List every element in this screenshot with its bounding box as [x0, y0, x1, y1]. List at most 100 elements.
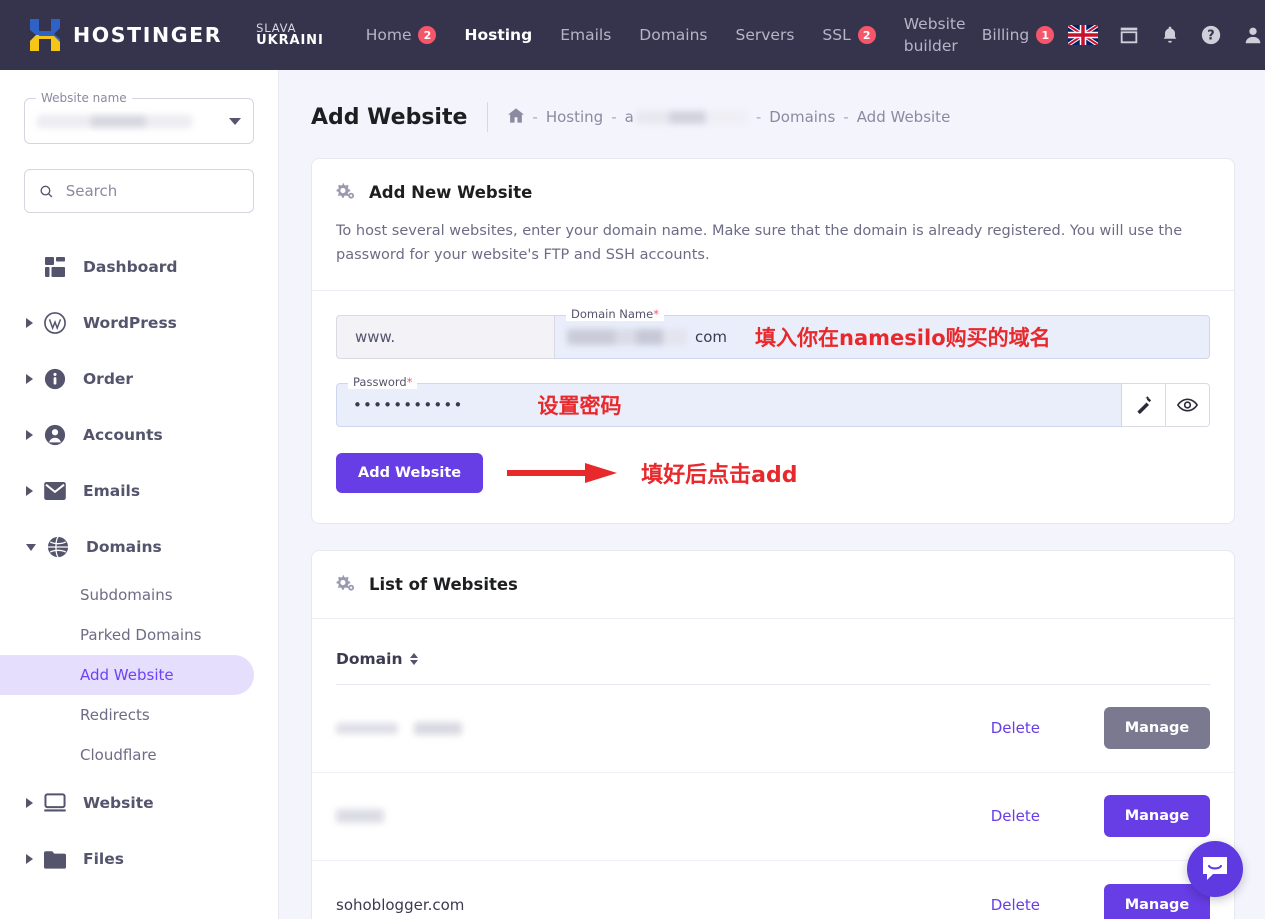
sidebar-subitem-cloudflare[interactable]: Cloudflare: [0, 735, 254, 775]
sidebar-item-accounts[interactable]: Accounts: [0, 407, 278, 463]
breadcrumb-item-domain[interactable]: a: [625, 108, 748, 126]
sidebar-item-files[interactable]: Files: [0, 831, 278, 887]
website-name-select[interactable]: Website name: [24, 91, 254, 144]
nav-item-domains[interactable]: Domains: [625, 26, 721, 44]
nav-label-domains: Domains: [639, 26, 708, 44]
table-row: sohoblogger.com Delete Manage: [312, 861, 1234, 919]
folder-icon: [43, 847, 67, 871]
password-label-text: Password: [353, 374, 407, 389]
chevron-down-icon[interactable]: [229, 118, 241, 125]
search-input[interactable]: [65, 182, 239, 200]
breadcrumb-item-current: Add Website: [856, 108, 951, 126]
intercom-chat-button[interactable]: [1187, 841, 1243, 897]
sidebar-sublabel-add-website: Add Website: [80, 666, 174, 684]
delete-link[interactable]: Delete: [991, 807, 1040, 825]
blurred-domain-part: [336, 722, 398, 734]
chevron-right-icon[interactable]: [26, 854, 33, 864]
sidebar-sublabel-cloudflare: Cloudflare: [80, 746, 157, 764]
nav-label-home: Home: [365, 26, 412, 44]
blurred-domain-part: [336, 809, 384, 824]
delete-link[interactable]: Delete: [991, 719, 1040, 737]
wordpress-icon: [43, 311, 67, 335]
chevron-right-icon[interactable]: [26, 430, 33, 440]
chevron-right-icon[interactable]: [26, 798, 33, 808]
svg-text:?: ?: [1208, 29, 1215, 44]
sidebar-item-wordpress[interactable]: WordPress: [0, 295, 278, 351]
password-value: •••••••••••: [353, 395, 464, 414]
sidebar-subitem-redirects[interactable]: Redirects: [0, 695, 254, 735]
chevron-right-icon[interactable]: [26, 486, 33, 496]
sidebar-subitem-subdomains[interactable]: Subdomains: [0, 575, 254, 615]
sidebar-label-website: Website: [83, 794, 154, 812]
chevron-down-icon[interactable]: [26, 543, 36, 551]
card-divider: [312, 289, 1234, 291]
website-name-label: Website name: [36, 91, 132, 105]
domain-name-value-blurred: [567, 328, 687, 345]
breadcrumb-separator: -: [755, 108, 762, 126]
globe-icon: [46, 535, 70, 559]
breadcrumb-separator: -: [843, 108, 849, 126]
search-input-wrapper[interactable]: [24, 169, 254, 213]
annotation-arrow: 填好后点击add: [507, 457, 797, 489]
toggle-password-visibility-button[interactable]: [1166, 382, 1210, 427]
add-website-button[interactable]: Add Website: [336, 452, 484, 493]
nav-item-home[interactable]: Home 2: [352, 26, 451, 44]
manage-button[interactable]: Manage: [1104, 795, 1210, 838]
chevron-right-icon[interactable]: [26, 374, 33, 384]
password-input[interactable]: Password* ••••••••••• 设置密码: [336, 374, 1122, 427]
required-asterisk: *: [406, 374, 413, 389]
column-header-domain-label: Domain: [336, 649, 403, 668]
sidebar-subitem-parked-domains[interactable]: Parked Domains: [0, 615, 254, 655]
account-icon: [43, 423, 67, 447]
sort-icon[interactable]: [410, 652, 419, 665]
sidebar-item-dashboard[interactable]: Dashboard: [0, 239, 278, 295]
password-label: Password*: [348, 374, 418, 389]
breadcrumb-item-domains[interactable]: Domains: [769, 108, 835, 126]
nav-label-ssl: SSL: [822, 26, 851, 44]
nav-badge-home: 2: [418, 26, 437, 44]
sidebar-sublabel-redirects: Redirects: [80, 706, 150, 724]
nav-item-ssl[interactable]: SSL 2: [808, 26, 889, 44]
nav-label-website-builder: Website builder: [903, 14, 966, 55]
nav-item-servers[interactable]: Servers: [722, 26, 809, 44]
chevron-right-icon[interactable]: [26, 318, 33, 328]
help-icon[interactable]: ?: [1200, 24, 1222, 46]
bell-icon[interactable]: [1160, 24, 1180, 46]
breadcrumb-home-icon[interactable]: [508, 107, 525, 127]
sidebar-item-order[interactable]: Order: [0, 351, 278, 407]
annotation-button-text: 填好后点击add: [641, 462, 798, 488]
nav-item-emails[interactable]: Emails: [546, 26, 625, 44]
gears-icon: [336, 573, 355, 596]
delete-link[interactable]: Delete: [991, 896, 1040, 914]
nav-item-website-builder[interactable]: Website builder: [890, 13, 968, 58]
row-domain-blurred: [336, 721, 991, 735]
brand-logo[interactable]: HOSTINGER: [26, 15, 222, 55]
main-content: Add Website - Hosting - a - Domains - Ad…: [279, 70, 1265, 919]
breadcrumb-item-hosting[interactable]: Hosting: [546, 108, 603, 126]
add-card-header: Add New Website: [312, 159, 1234, 204]
user-icon[interactable]: [1242, 24, 1264, 46]
sidebar-item-emails[interactable]: Emails: [0, 463, 278, 519]
slava-ukraini-label: SLAVA UKRAINI: [256, 22, 324, 48]
nav-label-hosting: Hosting: [464, 26, 533, 44]
header-divider: [487, 102, 489, 132]
table-header: Domain: [312, 619, 1234, 668]
row-domain: sohoblogger.com: [336, 895, 465, 914]
sidebar-label-domains: Domains: [86, 538, 162, 556]
nav-item-hosting[interactable]: Hosting: [450, 26, 546, 44]
sidebar-item-website[interactable]: Website: [0, 775, 278, 831]
generate-password-button[interactable]: [1122, 382, 1166, 427]
sidebar-item-domains[interactable]: Domains: [0, 519, 278, 575]
nav-item-billing[interactable]: Billing 1: [968, 26, 1069, 44]
column-header-domain[interactable]: Domain: [336, 649, 419, 668]
page-header: Add Website - Hosting - a - Domains - Ad…: [279, 70, 1265, 132]
domain-name-input[interactable]: Domain Name* com 填入你在namesilo购买的域名: [555, 306, 1210, 359]
search-icon: [40, 185, 53, 198]
manage-button[interactable]: Manage: [1104, 883, 1210, 919]
manage-button[interactable]: Manage: [1104, 707, 1210, 750]
store-icon[interactable]: [1118, 24, 1140, 46]
sidebar-label-order: Order: [83, 370, 134, 388]
uk-flag-icon[interactable]: [1068, 25, 1099, 45]
sidebar-subitem-add-website[interactable]: Add Website: [0, 655, 254, 695]
password-form-row: Password* ••••••••••• 设置密码: [312, 374, 1234, 427]
